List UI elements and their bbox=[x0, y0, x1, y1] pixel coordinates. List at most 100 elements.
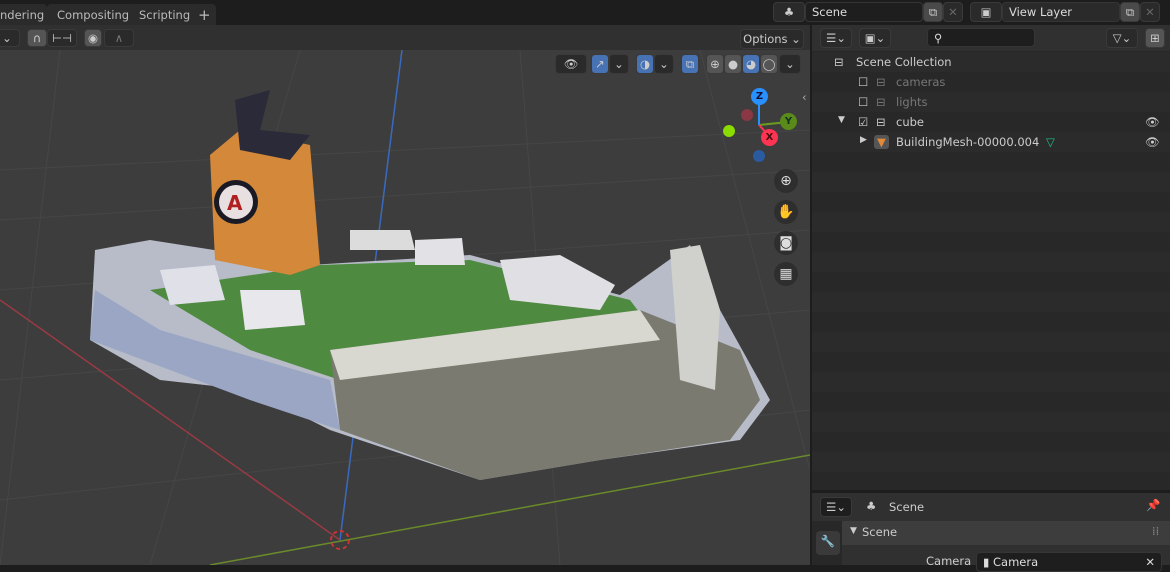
gizmo-dropdown[interactable]: ⌄ bbox=[609, 54, 629, 74]
image-stack-icon: ▣⌄ bbox=[864, 31, 886, 45]
mesh-data-icon[interactable]: ▽ bbox=[1046, 135, 1055, 149]
falloff-dropdown[interactable]: ∧ bbox=[104, 29, 134, 47]
search-icon: ⚲ bbox=[934, 31, 943, 45]
editor-type-dropdown[interactable]: ☰⌄ bbox=[820, 497, 852, 517]
camera-field-label: Camera bbox=[926, 554, 972, 568]
outliner-search-input[interactable]: ⚲ bbox=[927, 28, 1035, 47]
selectability-dropdown[interactable]: 👁 bbox=[555, 54, 587, 74]
mesh-object-icon: ▼ bbox=[874, 135, 889, 149]
shading-solid[interactable]: ● bbox=[724, 54, 742, 74]
row-label: BuildingMesh-00000.004 bbox=[896, 135, 1040, 149]
display-mode-dropdown[interactable]: ☰⌄ bbox=[820, 28, 852, 48]
camera-object-icon: ▮ bbox=[983, 555, 990, 569]
zoom-icon: ⊕ bbox=[780, 173, 792, 189]
eye-icon[interactable]: 👁 bbox=[1145, 135, 1160, 149]
new-collection-icon: ⊞ bbox=[1150, 31, 1160, 45]
view-layer-name: View Layer bbox=[1009, 5, 1073, 19]
gizmo-y-axis[interactable]: Y bbox=[780, 113, 797, 130]
overlays-dropdown[interactable]: ⌄ bbox=[654, 54, 674, 74]
exclude-checkbox[interactable]: ☐ bbox=[858, 95, 868, 109]
chevron-down-icon: ⌄ bbox=[785, 57, 795, 71]
row-label: Scene Collection bbox=[856, 55, 952, 69]
close-icon: ✕ bbox=[1145, 5, 1155, 19]
shading-dropdown[interactable]: ⌄ bbox=[779, 54, 801, 74]
copy-icon: ⧉ bbox=[1125, 4, 1135, 19]
tool-tab[interactable]: 🔧 bbox=[816, 531, 840, 555]
pan-button[interactable]: ✋ bbox=[774, 200, 798, 224]
shading-wireframe[interactable]: ⊕ bbox=[706, 54, 724, 74]
camera-field[interactable]: ▮ Camera ✕ bbox=[976, 552, 1162, 572]
scene-browse-button[interactable]: ♣ bbox=[773, 2, 805, 22]
new-collection-button[interactable]: ⊞ bbox=[1145, 28, 1165, 48]
scene-icon: ♣ bbox=[783, 5, 795, 19]
exclude-checkbox[interactable]: ☑ bbox=[858, 115, 868, 129]
zoom-button[interactable]: ⊕ bbox=[774, 169, 798, 193]
shading-material[interactable]: ◕ bbox=[742, 54, 760, 74]
outliner-row-cameras[interactable]: ☐ ⊟ cameras bbox=[812, 72, 1170, 92]
add-workspace-button[interactable]: + bbox=[193, 4, 216, 26]
expand-triangle-icon[interactable]: ▼ bbox=[838, 115, 845, 125]
camera-view-button[interactable]: ◙ bbox=[774, 231, 798, 255]
row-label: lights bbox=[896, 95, 928, 109]
exclude-checkbox[interactable]: ☐ bbox=[858, 75, 868, 89]
eye-icon: 👁 bbox=[563, 57, 579, 71]
view-layer-browse-button[interactable]: ▣ bbox=[970, 2, 1002, 22]
delete-scene-button[interactable]: ✕ bbox=[943, 2, 963, 22]
proportional-falloff-dropdown[interactable]: ⌄ bbox=[0, 29, 20, 47]
sidebar-toggle-chevron-icon[interactable]: ‹ bbox=[802, 90, 807, 104]
tab-scripting[interactable]: Scripting bbox=[129, 4, 201, 26]
material-sphere-icon: ◕ bbox=[745, 57, 757, 71]
outliner-row-lights[interactable]: ☐ ⊟ lights bbox=[812, 92, 1170, 112]
options-dropdown[interactable]: Options ⌄ bbox=[740, 29, 804, 49]
chevron-down-icon: ⌄ bbox=[659, 57, 669, 71]
shading-rendered[interactable]: ◯ bbox=[760, 54, 778, 74]
filter-dropdown[interactable]: ▽⌄ bbox=[1106, 28, 1138, 48]
collection-icon: ⊟ bbox=[876, 95, 886, 109]
pin-icon[interactable]: 📌 bbox=[1146, 498, 1160, 512]
eye-icon[interactable]: 👁 bbox=[1145, 115, 1160, 129]
filter-scene-dropdown[interactable]: ▣⌄ bbox=[859, 28, 891, 48]
gizmo-toggle[interactable]: ↗ bbox=[591, 54, 609, 74]
overlays-toggle[interactable]: ◑ bbox=[636, 54, 654, 74]
scene-name-field[interactable]: Scene bbox=[805, 2, 923, 22]
z-label: Z bbox=[755, 91, 764, 102]
clear-icon[interactable]: ✕ bbox=[1145, 555, 1155, 569]
chevron-down-icon: ⌄ bbox=[614, 57, 624, 71]
camera-icon: ◙ bbox=[779, 235, 793, 251]
proportional-icon: ◉ bbox=[87, 31, 99, 45]
view-layer-name-field[interactable]: View Layer bbox=[1002, 2, 1120, 22]
xray-toggle[interactable]: ⧉ bbox=[681, 54, 699, 74]
grid-icon: ▦ bbox=[779, 266, 793, 282]
tab-label: Scripting bbox=[139, 8, 191, 22]
tab-label: ndering bbox=[0, 8, 45, 22]
new-scene-button[interactable]: ⧉ bbox=[923, 2, 943, 22]
collapse-triangle-icon: ▼ bbox=[850, 526, 857, 536]
close-icon: ✕ bbox=[948, 5, 958, 19]
collection-icon: ⊟ bbox=[876, 115, 886, 129]
gizmo-x-axis[interactable]: X bbox=[761, 129, 778, 146]
gizmo-z-axis[interactable]: Z bbox=[751, 88, 768, 105]
delete-view-layer-button[interactable]: ✕ bbox=[1140, 2, 1160, 22]
snap-increment-icon: ⊢⊣ bbox=[51, 31, 73, 45]
proportional-edit-toggle[interactable]: ◉ bbox=[84, 29, 102, 47]
perspective-toggle-button[interactable]: ▦ bbox=[774, 262, 798, 286]
outliner-row-buildingmesh[interactable]: ▶ ▼ BuildingMesh-00000.004 ▽ 👁 bbox=[812, 132, 1170, 152]
row-label: cameras bbox=[896, 75, 946, 89]
x-label: X bbox=[765, 132, 774, 143]
snap-toggle[interactable]: ∩ bbox=[27, 29, 47, 47]
scene-panel-header[interactable]: ▼ Scene ⁞⁞ bbox=[842, 521, 1170, 545]
viewport-scene: A bbox=[0, 50, 810, 565]
new-view-layer-button[interactable]: ⧉ bbox=[1120, 2, 1140, 22]
lasso-icon: ⌄ bbox=[2, 31, 12, 45]
drag-handle-icon[interactable]: ⁞⁞ bbox=[1152, 524, 1159, 538]
tab-rendering[interactable]: ndering bbox=[0, 4, 47, 26]
tab-compositing[interactable]: Compositing bbox=[47, 4, 140, 26]
gizmo-icon: ↗ bbox=[595, 57, 605, 71]
properties-editor: ☰⌄ ♣ Scene 📌 🔧 ▼ Scene ⁞⁞ Camera ▮ Camer… bbox=[812, 493, 1170, 572]
outliner-row-scene-collection[interactable]: ⊟ Scene Collection bbox=[812, 52, 1170, 72]
3d-viewport[interactable]: A 👁 ↗ ⌄ ◑ ⌄ ⧉ ⊕ ● ◕ ◯ ⌄ ‹ Z Y X ⊕ ✋ ◙ ▦ bbox=[0, 50, 810, 565]
expand-triangle-icon[interactable]: ▶ bbox=[860, 135, 867, 145]
snap-target-dropdown[interactable]: ⊢⊣ bbox=[47, 29, 77, 47]
navigation-gizmo[interactable]: Z Y X bbox=[720, 88, 800, 168]
outliner-row-cube[interactable]: ▼ ☑ ⊟ cube 👁 bbox=[812, 112, 1170, 132]
